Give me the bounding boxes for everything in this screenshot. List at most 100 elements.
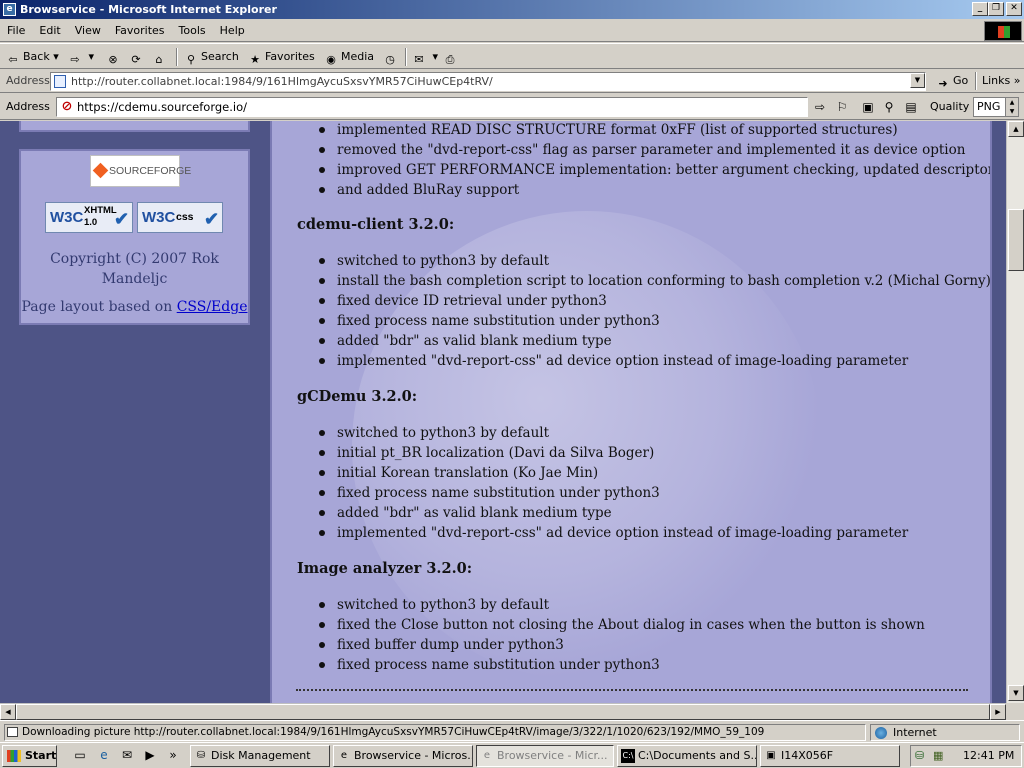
search-button[interactable]: ⚲ Search xyxy=(184,48,239,66)
toolbar-separator xyxy=(975,72,977,90)
menu-edit[interactable]: Edit xyxy=(32,20,67,42)
list-item: fixed process name substitution under py… xyxy=(317,483,908,503)
browservice-toolbar: Address ⊘ https://cdemu.sourceforge.io/ … xyxy=(0,94,1024,120)
list-item: initial pt_BR localization (Davi da Silv… xyxy=(317,443,908,463)
css-edge-link[interactable]: CSS/Edge xyxy=(177,299,248,315)
back-arrow-icon: ⇦ xyxy=(8,53,18,66)
minimize-button[interactable]: _ xyxy=(972,2,988,16)
outlook-express-icon[interactable]: ✉ xyxy=(119,747,135,763)
task-i14x056f[interactable]: ▣ I14X056F xyxy=(760,745,900,767)
media-icon: ◉ xyxy=(326,53,336,66)
inner-address-input[interactable]: ⊘ https://cdemu.sourceforge.io/ xyxy=(56,97,808,117)
ie-icon: e xyxy=(3,3,16,16)
clipboard-icon[interactable]: ▤ xyxy=(903,99,919,115)
menu-tools[interactable]: Tools xyxy=(172,20,213,42)
list-item: implemented "dvd-report-css" ad device o… xyxy=(317,351,990,371)
home-button[interactable]: ⌂ xyxy=(152,48,169,66)
status-message: Downloading picture http://router.collab… xyxy=(4,724,866,741)
search-icon: ⚲ xyxy=(186,53,196,66)
back-button[interactable]: ⇦ Back ▾ xyxy=(6,48,58,66)
outer-address-input[interactable]: http://router.collabnet.local:1984/9/161… xyxy=(50,72,926,91)
sourceforge-badge[interactable]: SOURCEFORGE xyxy=(90,155,191,187)
page-icon xyxy=(54,75,66,88)
quality-spinner-icon[interactable]: ▲ ▼ xyxy=(1005,98,1018,116)
scroll-left-button[interactable]: ◀ xyxy=(0,704,16,720)
list-item-continuation: and added BluRay support xyxy=(317,180,990,200)
window-titlebar[interactable]: e Browservice - Microsoft Internet Explo… xyxy=(0,0,1024,19)
list-item: switched to python3 by default xyxy=(317,423,908,443)
list-item: removed the "dvd-report-css" flag as par… xyxy=(317,140,990,160)
horizontal-scrollbar[interactable]: ◀ ▶ xyxy=(0,703,1006,720)
stop-button[interactable]: ⊗ xyxy=(106,48,123,66)
sidebar-credits-box: SOURCEFORGE W3C XHTML 1.0 ✔ W3C css ✔ Co… xyxy=(19,149,250,325)
ie-window-icon: e xyxy=(483,750,491,761)
tray-app-icon[interactable]: ▦ xyxy=(933,749,947,763)
changelog-list: switched to python3 by default install t… xyxy=(317,251,990,371)
ie-window-icon: e xyxy=(340,750,348,761)
mail-button[interactable]: ✉ ▾ xyxy=(412,48,438,66)
w3c-xhtml-badge[interactable]: W3C XHTML 1.0 ✔ xyxy=(45,202,133,233)
refresh-icon: ⟳ xyxy=(131,53,141,66)
address-dropdown-button[interactable]: ▼ xyxy=(910,73,925,88)
media-player-icon[interactable]: ▶ xyxy=(142,747,158,763)
page-loading-icon xyxy=(7,727,18,737)
start-button[interactable]: Start xyxy=(2,745,57,767)
quality-select[interactable]: PNG ▲ ▼ xyxy=(973,97,1019,117)
restore-button[interactable]: ❐ xyxy=(988,2,1004,16)
close-button[interactable]: ✕ xyxy=(1006,2,1022,16)
list-item: implemented "dvd-report-css" ad device o… xyxy=(317,523,908,543)
changelog-list: switched to python3 by default initial p… xyxy=(317,423,908,543)
media-button[interactable]: ◉ Media xyxy=(324,48,374,66)
menu-view[interactable]: View xyxy=(68,20,108,42)
section-heading: Image analyzer 3.2.0: xyxy=(297,560,473,577)
show-desktop-icon[interactable]: ▭ xyxy=(72,747,88,763)
layout-credit: Page layout based on CSS/Edge xyxy=(21,299,248,315)
print-button[interactable]: ⎙ xyxy=(443,48,460,66)
forward-button[interactable]: ⇨ ▾ xyxy=(68,48,94,66)
window-app-icon: ▣ xyxy=(766,750,776,761)
clock[interactable]: 12:41 PM xyxy=(963,746,1014,766)
web-viewport: SOURCEFORGE W3C XHTML 1.0 ✔ W3C css ✔ Co… xyxy=(0,121,1024,703)
menu-help[interactable]: Help xyxy=(213,20,252,42)
list-item: install the bash completion script to lo… xyxy=(317,271,990,291)
horizontal-scroll-thumb[interactable] xyxy=(16,704,990,720)
history-icon: ◷ xyxy=(385,53,395,66)
system-tray: ⛁ ▦ 12:41 PM xyxy=(910,745,1022,767)
navigate-go-icon[interactable]: ⇨ xyxy=(812,99,828,115)
security-zone[interactable]: Internet xyxy=(870,724,1020,741)
scroll-up-button[interactable]: ▲ xyxy=(1008,121,1024,137)
changelog-list: switched to python3 by default fixed the… xyxy=(317,595,925,675)
history-button[interactable]: ◷ xyxy=(383,48,400,66)
w3c-css-badge[interactable]: W3C css ✔ xyxy=(137,202,223,233)
task-browservice-1[interactable]: e Browservice - Micros... xyxy=(333,745,473,767)
task-command-prompt[interactable]: C:\ C:\Documents and S... xyxy=(617,745,757,767)
internet-explorer-icon[interactable]: e xyxy=(96,747,112,763)
list-item: improved GET PERFORMANCE implementation:… xyxy=(317,160,990,180)
list-item: switched to python3 by default xyxy=(317,251,990,271)
vertical-scrollbar[interactable]: ▲ ▼ xyxy=(1006,121,1024,703)
menu-bar: File Edit View Favorites Tools Help xyxy=(0,20,1024,42)
forward-arrow-icon: ⇨ xyxy=(70,53,80,66)
favorites-button[interactable]: ★ Favorites xyxy=(248,48,315,66)
bookmark-icon[interactable]: ⚐ xyxy=(834,99,850,115)
menu-favorites[interactable]: Favorites xyxy=(108,20,172,42)
vertical-scroll-thumb[interactable] xyxy=(1008,209,1024,271)
quicklaunch-more-icon[interactable]: » xyxy=(165,747,181,763)
task-disk-management[interactable]: ⛁ Disk Management xyxy=(190,745,330,767)
main-content: implemented READ DISC STRUCTURE format 0… xyxy=(270,121,992,703)
home-icon: ⌂ xyxy=(155,53,163,66)
refresh-button[interactable]: ⟳ xyxy=(129,48,146,66)
task-browservice-2[interactable]: e Browservice - Micr... xyxy=(476,745,614,767)
network-icon[interactable]: ⛁ xyxy=(915,749,929,763)
scroll-right-button[interactable]: ▶ xyxy=(990,704,1006,720)
go-arrow-icon: ➜ xyxy=(938,77,948,90)
list-item: implemented READ DISC STRUCTURE format 0… xyxy=(317,121,990,140)
sourceforge-logo-icon xyxy=(92,162,109,179)
go-button[interactable]: ➜ Go xyxy=(936,72,968,90)
menu-file[interactable]: File xyxy=(0,20,32,42)
windows-logo xyxy=(984,21,1022,41)
scroll-down-button[interactable]: ▼ xyxy=(1008,685,1024,701)
find-icon[interactable]: ⚲ xyxy=(881,99,897,115)
links-button[interactable]: Links » xyxy=(982,72,1021,90)
save-page-icon[interactable]: ▣ xyxy=(860,99,876,115)
